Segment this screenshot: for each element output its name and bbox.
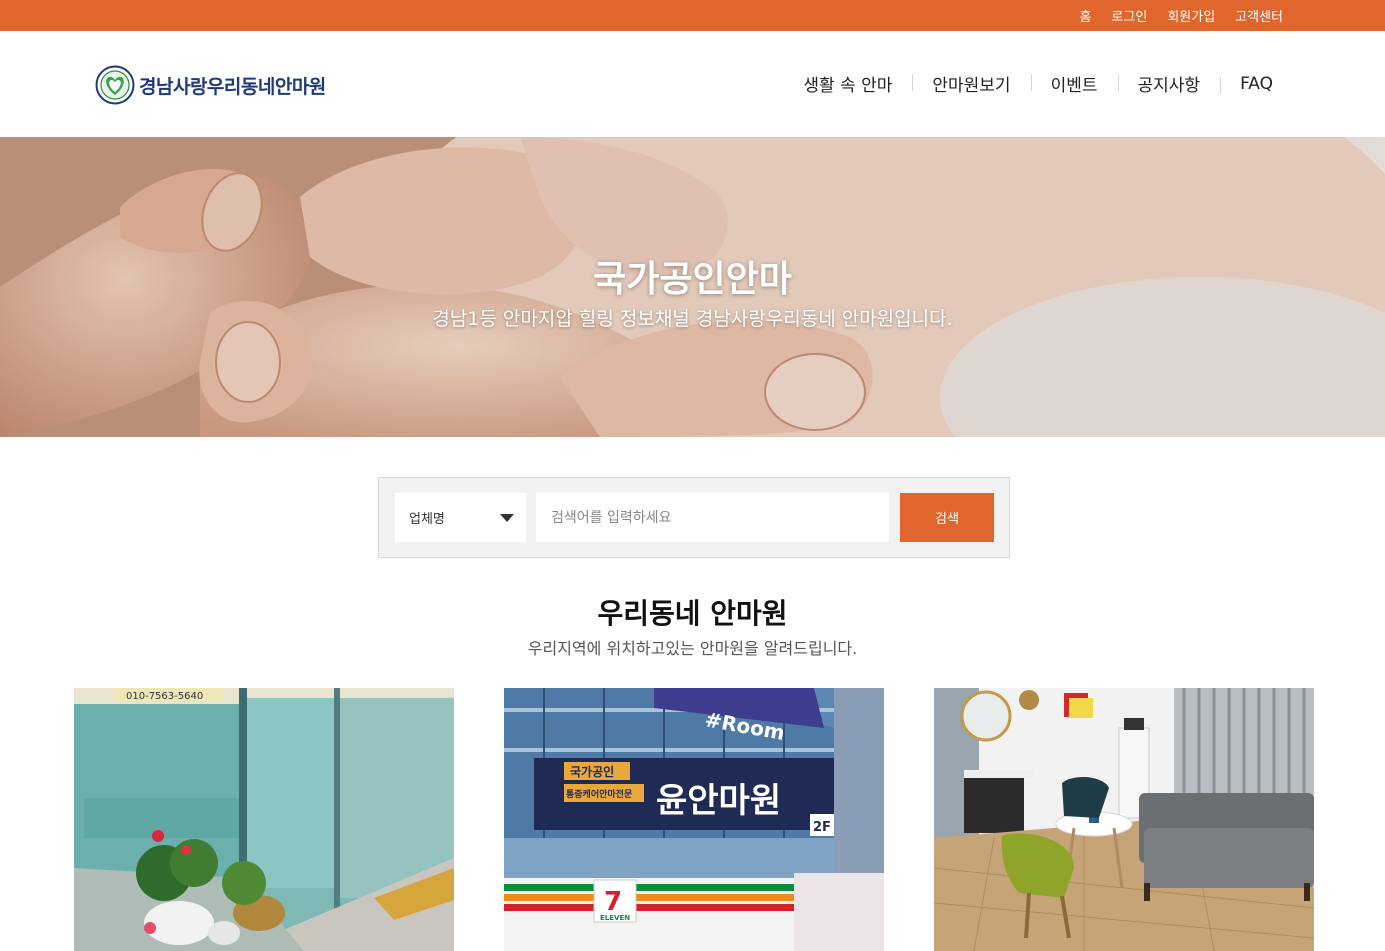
search-input[interactable] (536, 493, 889, 542)
shop-card-1[interactable]: 010-7563-5640 (74, 688, 454, 951)
utility-links: 홈 로그인 회원가입 고객센터 (1079, 0, 1283, 31)
hero-title: 국가공인안마 (593, 259, 792, 300)
nav-item-shops[interactable]: 안마원보기 (912, 71, 1030, 96)
shop-sign-floor: 2F (813, 820, 831, 835)
login-link[interactable]: 로그인 (1111, 6, 1147, 25)
nav-item-notice[interactable]: 공지사항 (1117, 71, 1221, 96)
brand-name: 경남사랑우리동네안마원 (139, 75, 326, 98)
heart-emblem-icon (95, 65, 135, 105)
signup-link[interactable]: 회원가입 (1167, 6, 1215, 25)
shop-sign-specialty: 통증케어안마전문 (566, 788, 632, 800)
shop-photo-1: 010-7563-5640 (74, 688, 454, 951)
section-title: 우리동네 안마원 (597, 597, 788, 630)
nav-item-massage-life[interactable]: 생활 속 안마 (783, 71, 912, 96)
shop-sign-certified: 국가공인 (570, 764, 614, 779)
shop-sign-phone: 010-7563-5640 (126, 691, 203, 702)
shop-sign-main: 윤안마원 (656, 781, 781, 821)
store-name: ELEVEN (600, 914, 630, 922)
svg-text:7: 7 (604, 887, 622, 917)
shop-photo-3 (934, 688, 1314, 951)
hero-banner: 국가공인안마 경남1등 안마지압 힐링 정보채널 경남사랑우리동네 안마원입니다… (0, 137, 1385, 437)
nav-item-events[interactable]: 이벤트 (1030, 71, 1118, 96)
chevron-down-icon (500, 514, 514, 522)
section-description: 우리지역에 위치하고있는 안마원을 알려드립니다. (527, 639, 858, 658)
main-nav: 생활 속 안마 안마원보기 이벤트 공지사항 FAQ (783, 71, 1273, 97)
top-utility-bar: 홈 로그인 회원가입 고객센터 (0, 0, 1385, 31)
customer-center-link[interactable]: 고객센터 (1235, 6, 1283, 25)
shop-photo-2: #Room 국가공인 통증케어안마전문 윤안마원 2F 7 ELEVEN (504, 688, 884, 951)
search-button[interactable]: 검색 (900, 493, 994, 542)
search-category-value: 업체명 (409, 512, 445, 527)
site-header: 경남사랑우리동네안마원 생활 속 안마 안마원보기 이벤트 공지사항 FAQ (0, 31, 1385, 137)
shop-card-3[interactable] (934, 688, 1314, 951)
search-panel: 업체명 검색 (378, 477, 1010, 558)
nav-item-faq[interactable]: FAQ (1220, 74, 1273, 94)
site-logo[interactable]: 경남사랑우리동네안마원 (95, 65, 326, 105)
shop-card-2[interactable]: #Room 국가공인 통증케어안마전문 윤안마원 2F 7 ELEVEN (504, 688, 884, 951)
search-category-select[interactable]: 업체명 (395, 493, 526, 542)
hero-subtitle: 경남1등 안마지압 힐링 정보채널 경남사랑우리동네 안마원입니다. (432, 308, 953, 330)
home-link[interactable]: 홈 (1079, 6, 1091, 25)
